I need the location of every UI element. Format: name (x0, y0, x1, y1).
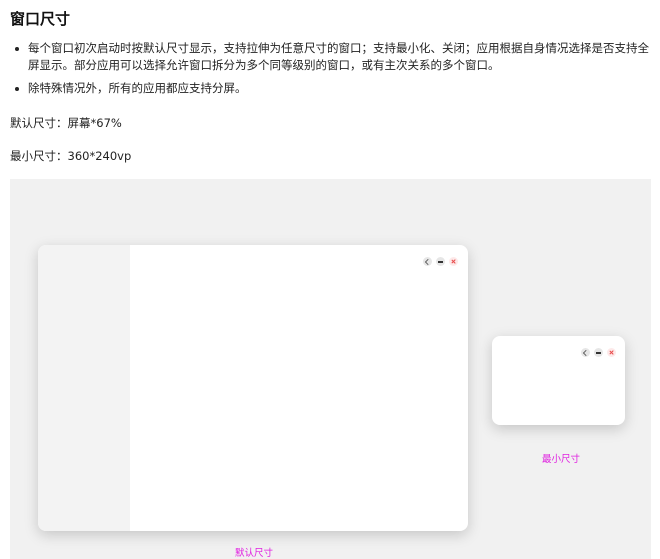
default-size-caption: 默认尺寸 (235, 548, 274, 559)
minimize-icon (594, 348, 603, 357)
window-controls (581, 348, 616, 357)
description-list: 每个窗口初次启动时按默认尺寸显示，支持拉伸为任意尺寸的窗口；支持最小化、关闭；应… (10, 40, 655, 103)
window-sidebar (38, 245, 130, 531)
default-size-text: 默认尺寸：屏幕*67% (10, 116, 122, 130)
min-size-window (492, 336, 625, 425)
default-size-window (38, 245, 468, 531)
window-controls (423, 257, 458, 266)
bullet-window-behavior: 每个窗口初次启动时按默认尺寸显示，支持拉伸为任意尺寸的窗口；支持最小化、关闭；应… (10, 40, 655, 74)
bullet-split-screen: 除特殊情况外，所有的应用都应支持分屏。 (10, 80, 655, 97)
min-size-text: 最小尺寸：360*240vp (10, 149, 132, 163)
maximize-icon (423, 257, 432, 266)
minimize-icon (436, 257, 445, 266)
min-size-caption: 最小尺寸 (542, 454, 581, 465)
close-icon (449, 257, 458, 266)
close-icon (607, 348, 616, 357)
illustration-canvas: 默认尺寸 最小尺寸 (10, 179, 651, 559)
maximize-icon (581, 348, 590, 357)
section-title: 窗口尺寸 (10, 10, 71, 28)
